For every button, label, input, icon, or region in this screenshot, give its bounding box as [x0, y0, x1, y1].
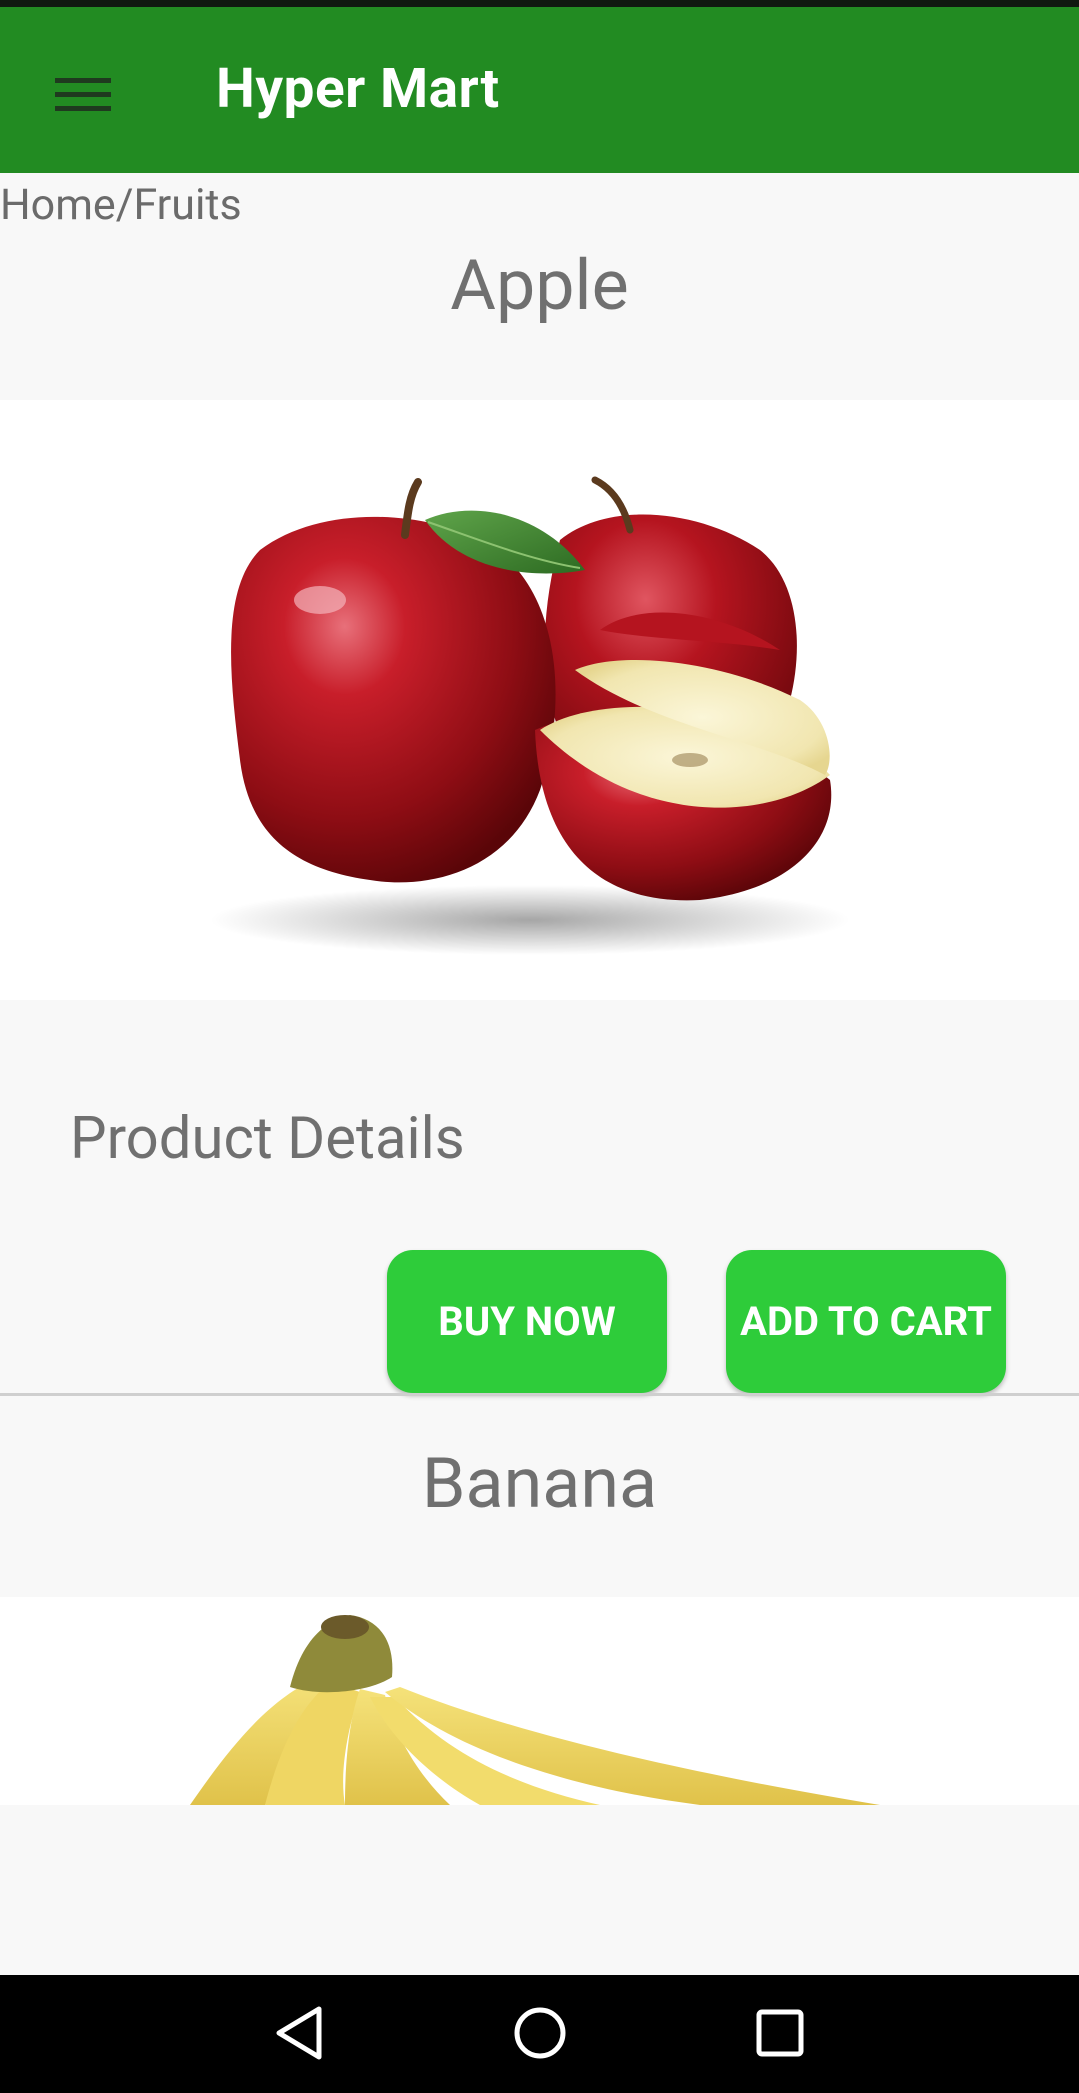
menu-button[interactable]: [40, 59, 126, 129]
app-bar: Hyper Mart: [0, 7, 1079, 173]
nav-recents-button[interactable]: [735, 1993, 825, 2073]
product-image-apple[interactable]: [0, 400, 1079, 1000]
product-image-banana[interactable]: [0, 1597, 1079, 1805]
nav-back-button[interactable]: [255, 1993, 345, 2073]
nav-home-button[interactable]: [495, 1993, 585, 2073]
product-divider: [0, 1393, 1079, 1396]
circle-home-icon: [514, 2007, 566, 2059]
app-title: Hyper Mart: [216, 57, 500, 121]
product-details-heading: Product Details: [70, 1105, 465, 1173]
add-to-cart-button[interactable]: ADD TO CART: [726, 1250, 1006, 1393]
product-title-banana: Banana: [421, 1443, 658, 1525]
square-recents-icon: [756, 2009, 804, 2057]
status-bar: [0, 0, 1079, 7]
buy-now-button[interactable]: BUY NOW: [387, 1250, 667, 1393]
hamburger-icon: [55, 78, 111, 111]
triangle-back-icon: [276, 2006, 322, 2060]
product-title-apple: Apple: [450, 245, 629, 327]
system-navigation-bar: [0, 1975, 1079, 2093]
breadcrumb[interactable]: Home/Fruits: [0, 180, 242, 230]
